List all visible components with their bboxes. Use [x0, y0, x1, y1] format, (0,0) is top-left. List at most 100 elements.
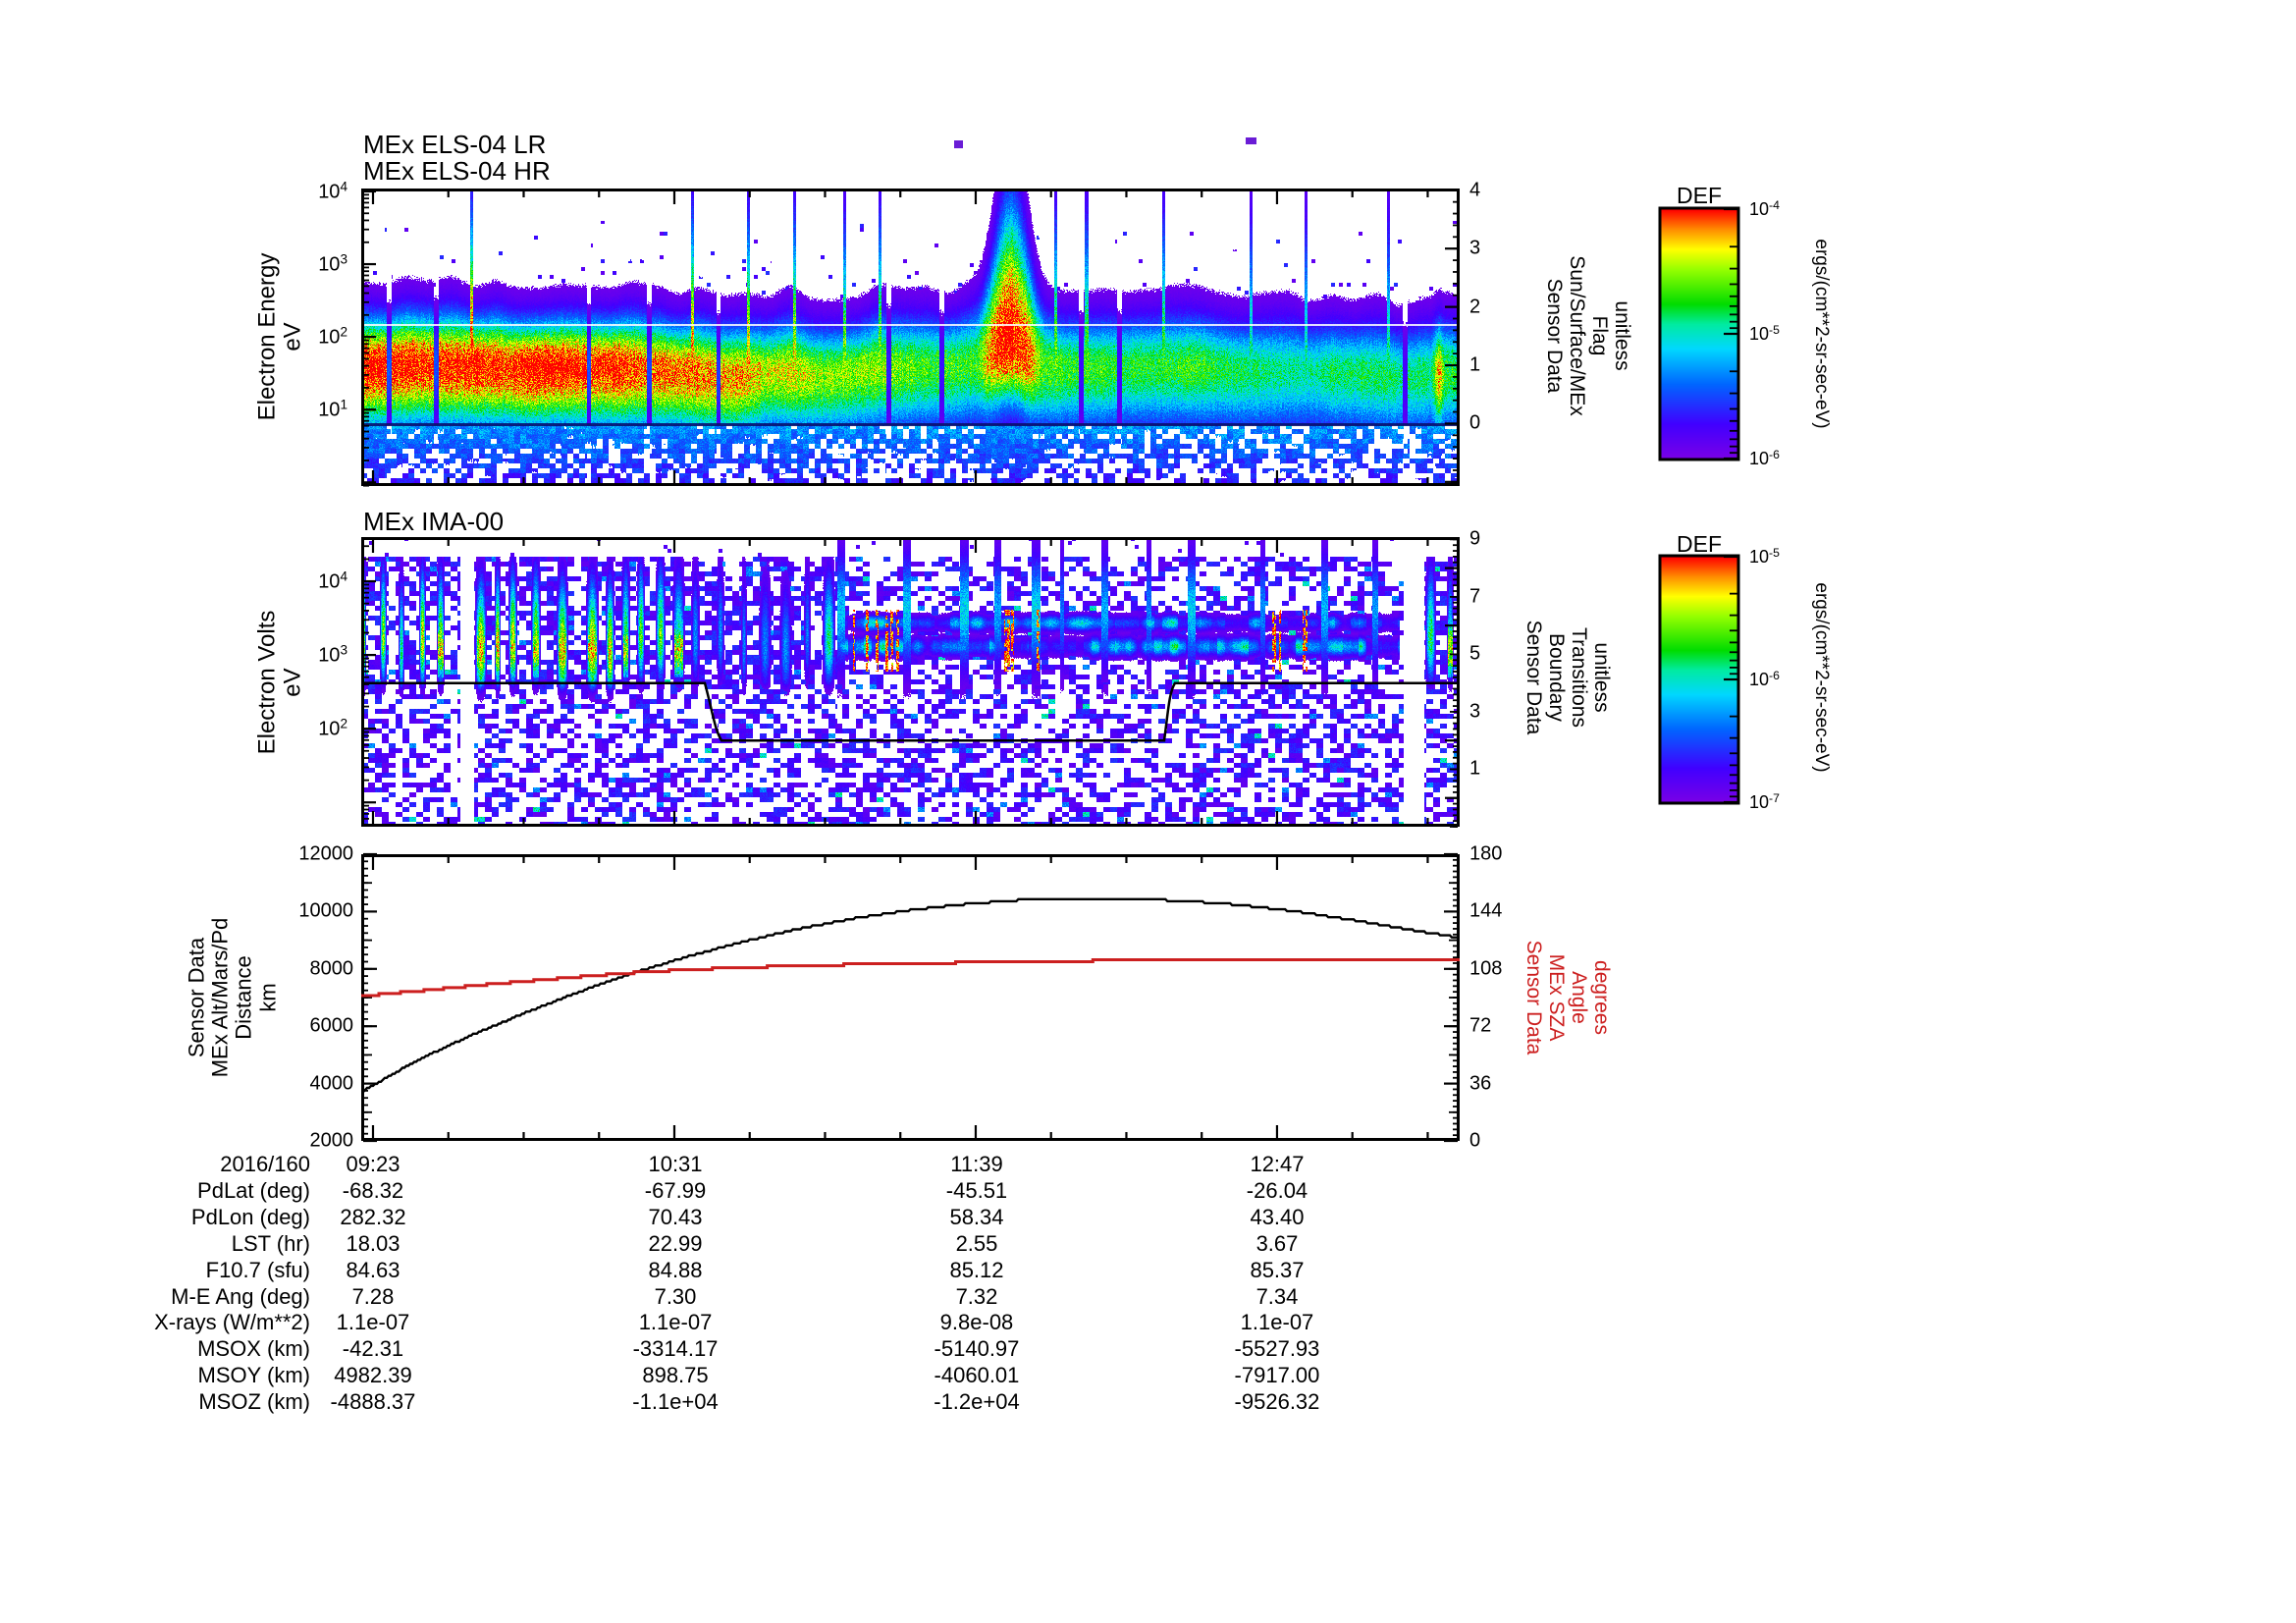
table-cell-value: 282.32 [340, 1204, 406, 1229]
table-cell-value: -9526.32 [1234, 1389, 1320, 1415]
time-tick-label: 09:23 [346, 1152, 400, 1176]
stray-data-pixel [1246, 137, 1256, 144]
table-cell-value: -26.04 [1246, 1177, 1308, 1203]
colorbar1-unit: ergs/(cm**2-sr-sec-eV) [1811, 239, 1832, 429]
table-row-label: MSOZ (km) [198, 1389, 310, 1415]
table-row-label: PdLat (deg) [197, 1177, 310, 1203]
table-cell-value: -45.51 [945, 1177, 1008, 1203]
table-cell-value: 85.37 [1250, 1257, 1305, 1282]
lines-right-tick-label: 144 [1469, 899, 1503, 922]
lines-ytick-label: 8000 [309, 957, 354, 980]
table-cell-value: -5527.93 [1234, 1336, 1320, 1362]
els-right-tick-label: 0 [1469, 411, 1481, 434]
time-tick-label: 11:39 [950, 1152, 1003, 1176]
table-cell-value: -4888.37 [330, 1389, 416, 1415]
table-row-label: MSOX (km) [197, 1336, 310, 1362]
table-cell-value: 7.28 [351, 1283, 395, 1309]
sza-right-axis-label-line: Angle [1568, 971, 1591, 1024]
lines-ytick-label: 6000 [309, 1014, 354, 1037]
lines-right-tick-label: 72 [1469, 1014, 1492, 1037]
els-right-tick-label: 2 [1469, 296, 1481, 318]
table-cell-value: 85.12 [949, 1257, 1004, 1282]
lines-axes [361, 852, 1460, 1143]
sza-right-axis-label-line: Sensor Data [1522, 940, 1545, 1055]
ima-ytick-label: 102 [318, 716, 347, 740]
table-cell-value: -4060.01 [934, 1363, 1020, 1388]
colorbar2-title: DEF [1677, 531, 1722, 557]
lines-right-tick-label: 108 [1469, 957, 1503, 980]
sza-right-axis-label-line: degrees [1590, 960, 1614, 1035]
els-right-axis-label-line: Flag [1588, 315, 1612, 356]
table-cell-value: 18.03 [346, 1230, 400, 1256]
panel-frame [361, 189, 1460, 486]
table-cell-value: -1.2e+04 [934, 1389, 1020, 1415]
lines-ytick-label: 12000 [298, 842, 353, 865]
table-row-label: MSOY (km) [197, 1363, 310, 1388]
table-cell-value: 9.8e-08 [939, 1310, 1014, 1335]
colorbar1-frame [1658, 206, 1740, 461]
colorbar1-tick-label: 10-4 [1749, 197, 1780, 220]
lines-right-tick-label: 36 [1469, 1072, 1492, 1095]
table-row-label: LST (hr) [231, 1230, 310, 1256]
ima-ytick-label: 104 [318, 568, 347, 593]
table-row-label: M-E Ang (deg) [171, 1283, 310, 1309]
ima-right-tick-label: 3 [1469, 700, 1481, 723]
lines-ytick-label: 2000 [309, 1129, 354, 1152]
ima-title: MEx IMA-00 [363, 507, 505, 536]
table-cell-value: -3314.17 [632, 1336, 719, 1362]
ima-right-axis-label-line: unitless [1590, 642, 1614, 713]
colorbar2-tick-label: 10-6 [1749, 668, 1780, 690]
ima-right-tick-label: 5 [1469, 642, 1481, 665]
table-cell-value: 7.32 [955, 1283, 998, 1309]
table-cell-value: -5140.97 [934, 1336, 1020, 1362]
table-cell-value: 84.63 [346, 1257, 400, 1282]
ima-boundary-line [361, 681, 1460, 742]
time-tick-label: 12:47 [1250, 1152, 1305, 1176]
els-right-axis-label-line: unitless [1611, 300, 1634, 371]
table-cell-value: -67.99 [644, 1177, 707, 1203]
lines-right-tick-label: 0 [1469, 1129, 1481, 1152]
els-title-line2: MEx ELS-04 HR [363, 156, 551, 186]
mex-sza-angle-curve [361, 958, 1460, 998]
stray-data-pixel [954, 140, 963, 148]
lines-ylabel-line: MEx Alt/Mars/Pd [207, 917, 233, 1078]
table-cell-value: -42.31 [342, 1336, 404, 1362]
table-cell-value: 7.30 [654, 1283, 697, 1309]
els-right-tick-label: 3 [1469, 237, 1481, 259]
table-cell-value: 898.75 [642, 1363, 709, 1388]
els-right-axis-label-line: Sensor Data [1542, 278, 1566, 394]
ima-right-axis-label-line: Sensor Data [1522, 620, 1545, 735]
table-cell-value: 1.1e-07 [638, 1310, 713, 1335]
els-ytick-label: 104 [318, 179, 347, 203]
table-cell-value: 58.34 [949, 1204, 1004, 1229]
date-label: 2016/160 [220, 1152, 310, 1176]
els-right-tick-label: 1 [1469, 353, 1481, 376]
ima-right-axis-label-line: Boundary [1545, 633, 1568, 722]
table-cell-value: 43.40 [1250, 1204, 1305, 1229]
lines-right-tick-label: 180 [1469, 842, 1503, 865]
time-tick-label: 10:31 [648, 1152, 703, 1176]
els-ylabel-line: Electron Energy [253, 252, 281, 421]
sza-right-axis-label-line: MEx SZA [1545, 953, 1568, 1042]
table-cell-value: 70.43 [648, 1204, 703, 1229]
lines-ytick-label: 4000 [309, 1072, 354, 1095]
ima-right-axis-label-line: Transitions [1568, 627, 1591, 728]
ima-axes [361, 537, 1460, 828]
ima-ylabel-line: Electron Volts [253, 610, 281, 755]
els-ytick-label: 103 [318, 251, 347, 276]
table-row-label: X-rays (W/m**2) [154, 1310, 310, 1335]
colorbar2-frame [1658, 554, 1740, 805]
colorbar1-tick-label: 10-5 [1749, 322, 1780, 345]
lines-ylabel-line: km [255, 983, 281, 1012]
colorbar1-tick-label: 10-6 [1749, 447, 1780, 469]
table-cell-value: 1.1e-07 [336, 1310, 410, 1335]
table-cell-value: 84.88 [648, 1257, 703, 1282]
lines-ylabel-line: Distance [232, 955, 256, 1040]
colorbar2-tick-label: 10-5 [1749, 545, 1780, 568]
table-row-label: F10.7 (sfu) [205, 1257, 310, 1282]
colorbar1-title: DEF [1677, 183, 1722, 208]
table-cell-value: -7917.00 [1234, 1363, 1320, 1388]
els-right-axis-label-line: Sun/Surface/MEx [1566, 255, 1588, 416]
table-cell-value: 2.55 [955, 1230, 998, 1256]
els-ytick-label: 102 [318, 324, 347, 349]
